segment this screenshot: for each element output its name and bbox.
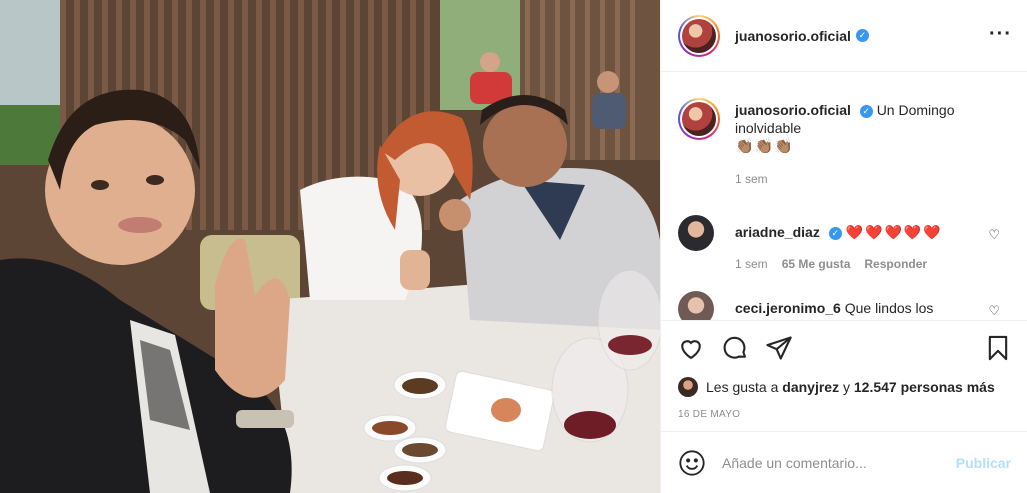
publish-button[interactable]: Publicar [956, 455, 1011, 471]
heart-icon[interactable] [677, 334, 705, 362]
post-header: juanosorio.oficial ✓ ··· [661, 0, 1027, 72]
comment-input[interactable] [722, 454, 947, 471]
more-options-icon[interactable]: ··· [989, 24, 1012, 44]
comments-list[interactable]: juanosorio.oficial ✓ Un Domingo inolvida… [661, 73, 1027, 320]
comment-like-heart-icon[interactable]: ♡ [988, 227, 1000, 243]
author-avatar[interactable] [678, 14, 720, 57]
liker-username[interactable]: danyjrez [782, 379, 839, 395]
bookmark-icon[interactable] [984, 334, 1012, 362]
comment-age[interactable]: 1 sem [735, 255, 768, 273]
caption-username[interactable]: juanosorio.oficial [735, 102, 851, 118]
reply-button[interactable]: Responder [864, 255, 927, 273]
commenter-avatar[interactable] [678, 215, 714, 251]
post-photo[interactable] [0, 0, 660, 493]
add-comment-bar: Publicar [661, 431, 1027, 493]
smiley-icon[interactable] [678, 449, 706, 477]
caption-emoji: 👏🏽👏🏽👏🏽 [735, 138, 795, 155]
comment-username[interactable]: ceci.jeronimo_6 [735, 300, 841, 316]
author-username[interactable]: juanosorio.oficial [735, 28, 851, 44]
author-avatar-image [682, 18, 716, 53]
post-side-panel: juanosorio.oficial ✓ ··· juanosorio.ofic… [660, 0, 1027, 493]
post-photo-illustration [0, 0, 660, 493]
likes-summary: Les gusta a danyjrez y 12.547 personas m… [678, 377, 995, 397]
commenter-avatar[interactable] [678, 291, 714, 320]
comment-likes[interactable]: 65 Me gusta [782, 255, 851, 273]
comment-username[interactable]: ariadne_diaz [735, 224, 820, 240]
verified-badge-icon: ✓ [855, 29, 869, 42]
post-date[interactable]: 16 DE MAYO [678, 409, 740, 420]
comment-text: Que lindos los [844, 300, 934, 316]
share-icon[interactable] [765, 334, 793, 362]
comment-like-heart-icon[interactable]: ♡ [988, 303, 1000, 319]
post-actions: Les gusta a danyjrez y 12.547 personas m… [661, 320, 1027, 426]
verified-badge-icon: ✓ [828, 226, 842, 240]
comment-text: ❤️❤️❤️❤️❤️ [845, 224, 943, 240]
liker-avatar[interactable] [678, 377, 698, 397]
comment-icon[interactable] [721, 334, 749, 362]
verified-badge-icon: ✓ [859, 104, 873, 118]
caption-age[interactable]: 1 sem [735, 170, 1005, 188]
likes-count[interactable]: 12.547 personas más [854, 379, 995, 395]
caption-avatar[interactable] [678, 98, 720, 140]
instagram-post: juanosorio.oficial ✓ ··· juanosorio.ofic… [0, 0, 1027, 493]
